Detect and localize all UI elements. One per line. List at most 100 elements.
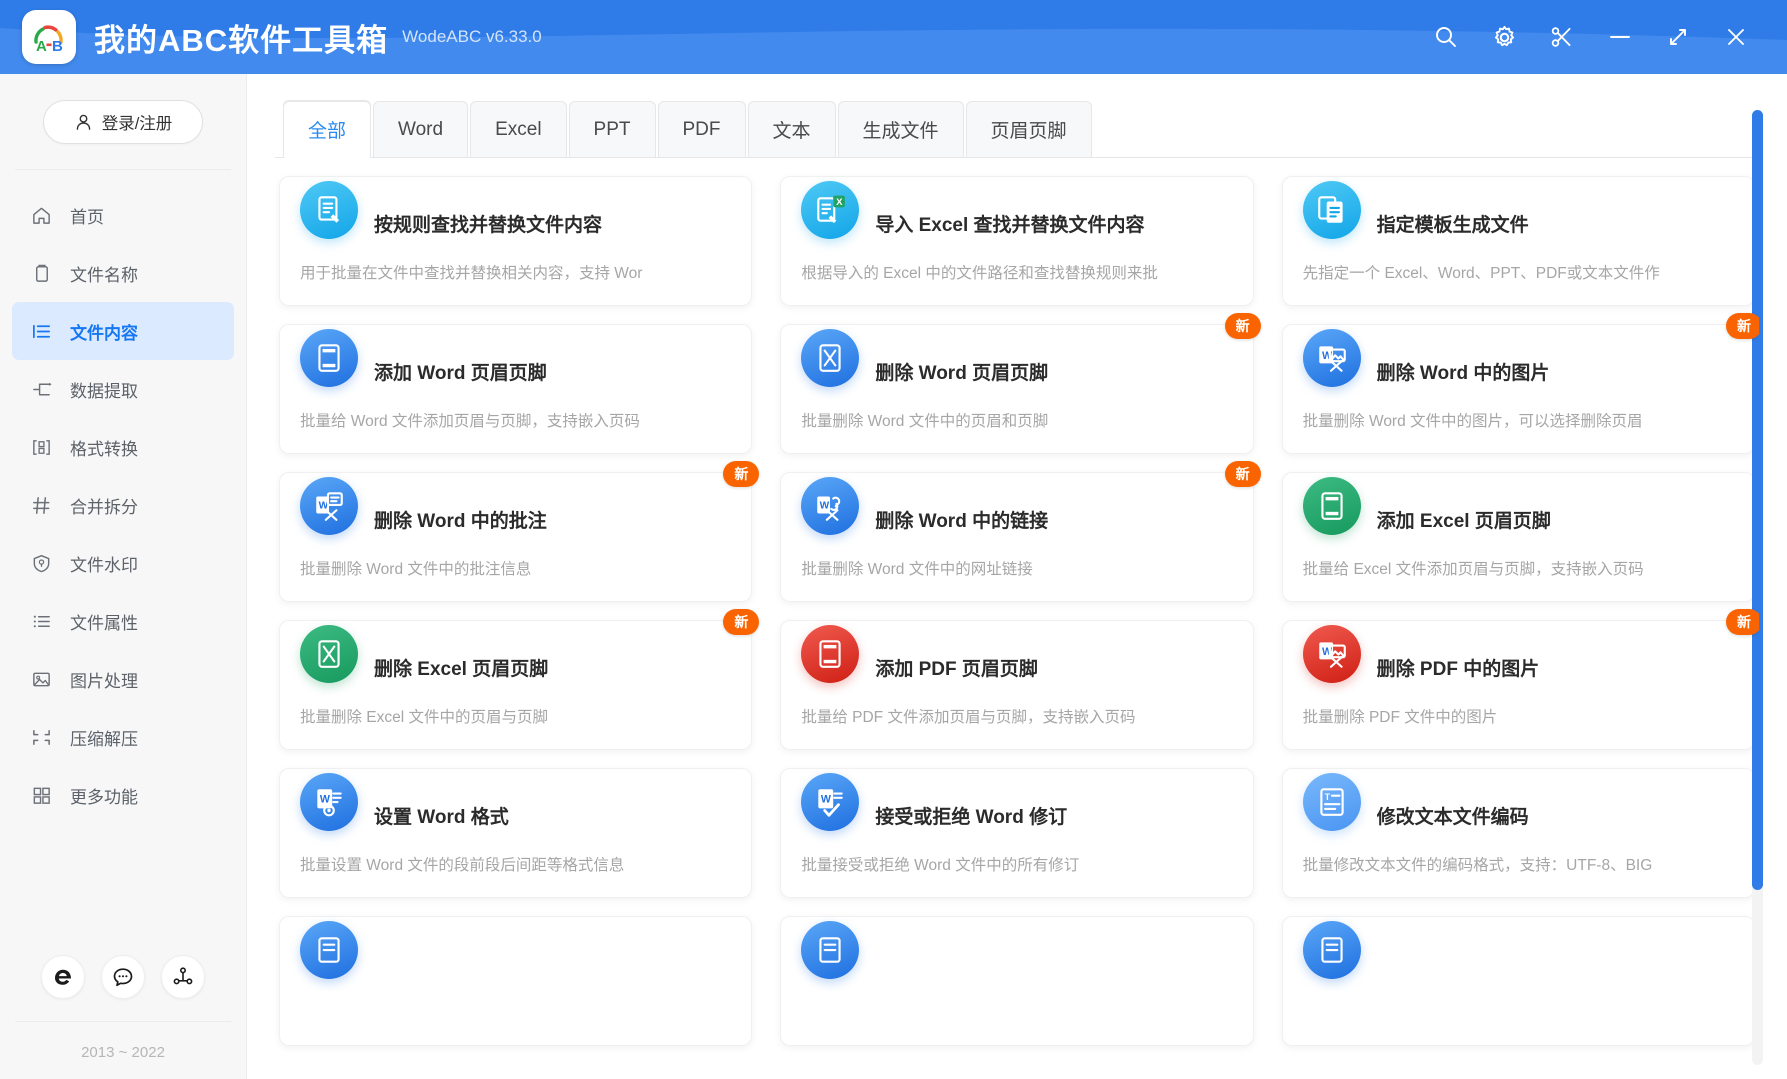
image-process-icon: [31, 669, 57, 690]
tab-pdf[interactable]: PDF: [658, 101, 746, 157]
sidebar-item-file-name[interactable]: 文件名称: [12, 244, 234, 302]
tool-card[interactable]: 按规则查找并替换文件内容 用于批量在文件中查找并替换相关内容，支持 Wor: [279, 176, 752, 306]
close-button[interactable]: [1707, 11, 1765, 63]
tool-card-title: 添加 Excel 页眉页脚: [1377, 506, 1551, 533]
search-button[interactable]: [1417, 11, 1475, 63]
tool-card[interactable]: 添加 Excel 页眉页脚 批量给 Excel 文件添加页眉与页脚，支持嵌入页码: [1282, 472, 1755, 602]
home-icon: [31, 205, 57, 226]
add-pdf-headerfooter-icon: [801, 625, 859, 683]
tool-card[interactable]: [279, 916, 752, 1046]
word-revision-icon: W: [801, 773, 859, 831]
minimize-button[interactable]: [1591, 11, 1649, 63]
vertical-scrollbar-thumb[interactable]: [1752, 110, 1763, 890]
tool-card-title: 删除 Word 中的批注: [374, 506, 547, 533]
app-logo: A B: [22, 10, 76, 64]
tool-card-header: [300, 933, 731, 993]
tool-card[interactable]: [780, 916, 1253, 1046]
sidebar-item-watermark[interactable]: 文件水印: [12, 534, 234, 592]
file-props-icon: [31, 611, 57, 632]
tool-card-description: 批量给 Excel 文件添加页眉与页脚，支持嵌入页码: [1303, 559, 1734, 581]
tool-card-title: 设置 Word 格式: [374, 802, 509, 829]
tool-card[interactable]: 新 删除 Excel 页眉页脚 批量删除 Excel 文件中的页眉与页脚: [279, 620, 752, 750]
tool-card[interactable]: 新 W 删除 Word 中的图片 批量删除 Word 文件中的图片，可以选择删除…: [1282, 324, 1755, 454]
maximize-button[interactable]: [1649, 11, 1707, 63]
browser-e-icon: [51, 965, 75, 989]
sidebar-item-merge-split[interactable]: 合并拆分: [12, 476, 234, 534]
partial-card-icon: [1303, 921, 1361, 979]
scissors-icon: [1549, 24, 1575, 50]
sidebar-item-compress[interactable]: 压缩解压: [12, 708, 234, 766]
remove-word-image-icon: W: [1303, 329, 1361, 387]
remove-word-headerfooter-icon: [801, 329, 859, 387]
screenshot-button[interactable]: [1533, 11, 1591, 63]
tool-card[interactable]: 新 W 删除 PDF 中的图片 批量删除 PDF 文件中的图片: [1282, 620, 1755, 750]
tool-card[interactable]: X 导入 Excel 查找并替换文件内容 根据导入的 Excel 中的文件路径和…: [780, 176, 1253, 306]
sidebar-item-home[interactable]: 首页: [12, 186, 234, 244]
tool-card-title: 删除 PDF 中的图片: [1377, 654, 1540, 681]
tool-card[interactable]: 新 W 删除 Word 中的批注 批量删除 Word 文件中的批注信息: [279, 472, 752, 602]
tool-card-description: 批量给 Word 文件添加页眉与页脚，支持嵌入页码: [300, 411, 731, 433]
tool-card-title: 删除 Excel 页眉页脚: [374, 654, 548, 681]
tool-card[interactable]: W 设置 Word 格式 批量设置 Word 文件的段前段后间距等格式信息: [279, 768, 752, 898]
sidebar: 登录/注册 首页 文件名称: [0, 74, 247, 1079]
tool-card-header: 添加 Word 页眉页脚: [300, 341, 731, 401]
more-features-icon: [31, 785, 57, 806]
tab-excel[interactable]: Excel: [470, 101, 566, 157]
login-register-button[interactable]: 登录/注册: [43, 100, 203, 144]
sidebar-item-label: 文件水印: [70, 551, 138, 576]
tab-word[interactable]: Word: [373, 101, 468, 157]
feedback-chat-button[interactable]: [101, 955, 145, 999]
share-button[interactable]: [161, 955, 205, 999]
tab-header-footer[interactable]: 页眉页脚: [966, 101, 1092, 157]
sidebar-item-image-process[interactable]: 图片处理: [12, 650, 234, 708]
partial-card-icon: [300, 921, 358, 979]
new-badge: 新: [1726, 313, 1759, 339]
user-icon: [74, 113, 93, 132]
tool-card-header: 添加 Excel 页眉页脚: [1303, 489, 1734, 549]
chat-bubble-icon: [111, 965, 135, 989]
sidebar-item-file-props[interactable]: 文件属性: [12, 592, 234, 650]
tool-card-header: 添加 PDF 页眉页脚: [801, 637, 1232, 697]
sidebar-item-format-convert[interactable]: 格式转换: [12, 418, 234, 476]
tool-card[interactable]: T 修改文本文件编码 批量修改文本文件的编码格式，支持：UTF-8、BIG: [1282, 768, 1755, 898]
tool-card-description: 先指定一个 Excel、Word、PPT、PDF或文本文件作: [1303, 263, 1734, 285]
tab-text[interactable]: 文本: [748, 101, 836, 157]
tool-card-header: 删除 Excel 页眉页脚: [300, 637, 731, 697]
tool-card[interactable]: [1282, 916, 1755, 1046]
file-content-icon: [31, 321, 57, 342]
tool-card-header: W 删除 Word 中的图片: [1303, 341, 1734, 401]
sidebar-item-label: 文件属性: [70, 609, 138, 634]
tab-ppt[interactable]: PPT: [569, 101, 656, 157]
remove-word-comment-icon: W: [300, 477, 358, 535]
tool-card[interactable]: W 接受或拒绝 Word 修订 批量接受或拒绝 Word 文件中的所有修订: [780, 768, 1253, 898]
tool-card[interactable]: 指定模板生成文件 先指定一个 Excel、Word、PPT、PDF或文本文件作: [1282, 176, 1755, 306]
tab-generate-file[interactable]: 生成文件: [838, 101, 964, 157]
sidebar-item-data-extract[interactable]: 数据提取: [12, 360, 234, 418]
tool-card[interactable]: 添加 PDF 页眉页脚 批量给 PDF 文件添加页眉与页脚，支持嵌入页码: [780, 620, 1253, 750]
browser-link-button[interactable]: [41, 955, 85, 999]
svg-text:B: B: [52, 38, 63, 55]
tool-card-header: [1303, 933, 1734, 993]
tool-card-header: [801, 933, 1232, 993]
tool-card-header: X 导入 Excel 查找并替换文件内容: [801, 193, 1232, 253]
sidebar-item-file-content[interactable]: 文件内容: [12, 302, 234, 360]
tool-card[interactable]: 新 W 删除 Word 中的链接 批量删除 Word 文件中的网址链接: [780, 472, 1253, 602]
tool-card[interactable]: 新 删除 Word 页眉页脚 批量删除 Word 文件中的页眉和页脚: [780, 324, 1253, 454]
tools-scroll-region: 按规则查找并替换文件内容 用于批量在文件中查找并替换相关内容，支持 Wor X …: [275, 158, 1759, 1079]
svg-text:X: X: [836, 197, 843, 208]
sidebar-item-label: 首页: [70, 203, 104, 228]
tool-card[interactable]: 添加 Word 页眉页脚 批量给 Word 文件添加页眉与页脚，支持嵌入页码: [279, 324, 752, 454]
data-extract-icon: [31, 379, 57, 400]
compress-icon: [31, 727, 57, 748]
sidebar-item-more-features[interactable]: 更多功能: [12, 766, 234, 824]
tool-card-title: 指定模板生成文件: [1377, 210, 1529, 237]
tab-all[interactable]: 全部: [283, 101, 371, 157]
vertical-scrollbar-track[interactable]: [1752, 110, 1763, 1065]
template-generate-icon: [1303, 181, 1361, 239]
abc-logo-icon: A B: [29, 17, 69, 57]
new-badge: 新: [1726, 609, 1759, 635]
settings-button[interactable]: [1475, 11, 1533, 63]
new-badge: 新: [723, 461, 759, 487]
tool-card-description: 批量删除 Word 文件中的网址链接: [801, 559, 1232, 581]
content-area: 全部 Word Excel PPT PDF 文本 生成文件 页眉页脚 按规则查找…: [247, 74, 1787, 1079]
